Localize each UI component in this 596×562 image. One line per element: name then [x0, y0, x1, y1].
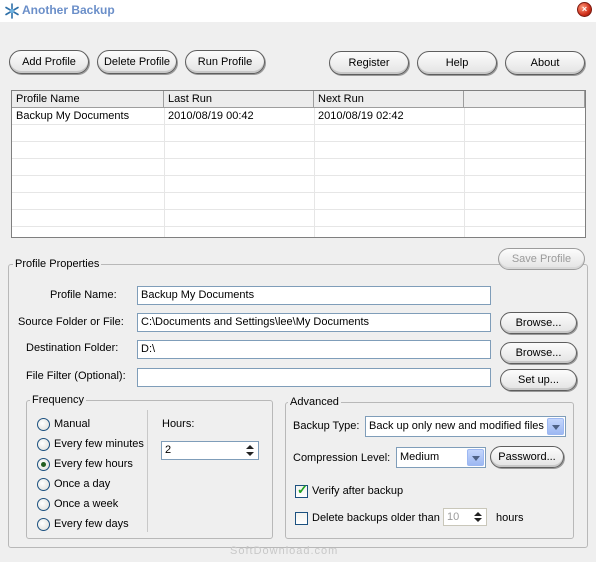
column-header-filler [464, 91, 585, 108]
verify-label[interactable]: Verify after backup [312, 485, 403, 497]
hours-stepper[interactable]: 2 [161, 441, 259, 460]
row-divider [12, 226, 585, 227]
about-button[interactable]: About [505, 51, 585, 75]
row-divider [12, 192, 585, 193]
add-profile-button[interactable]: Add Profile [9, 50, 89, 74]
destination-folder-input[interactable]: D:\ [137, 340, 491, 359]
frequency-divider [147, 410, 148, 532]
profile-name-label: Profile Name: [50, 289, 117, 301]
delete-profile-button[interactable]: Delete Profile [97, 50, 177, 74]
hours-value: 2 [165, 444, 172, 456]
chevron-down-icon[interactable] [547, 418, 564, 435]
verify-checkbox[interactable]: ✓ [295, 482, 308, 498]
radio-label-manual[interactable]: Manual [54, 418, 90, 430]
radio-label-every-few-minutes[interactable]: Every few minutes [54, 438, 144, 450]
close-button[interactable]: × [577, 2, 592, 17]
row-divider [12, 175, 585, 176]
help-button[interactable]: Help [417, 51, 497, 75]
cell-next-run: 2010/08/19 02:42 [318, 110, 404, 122]
compression-level-select[interactable]: Medium [396, 447, 486, 468]
row-divider [12, 141, 585, 142]
frequency-title: Frequency [30, 394, 86, 406]
delete-older-stepper[interactable]: 10 [443, 508, 487, 526]
delete-older-unit: hours [496, 512, 524, 524]
backup-type-value: Back up only new and modified files [369, 420, 544, 432]
advanced-title: Advanced [288, 396, 341, 408]
browse-destination-button[interactable]: Browse... [500, 342, 577, 364]
cell-last-run: 2010/08/19 00:42 [168, 110, 254, 122]
column-divider [164, 108, 165, 237]
radio-every-few-hours[interactable] [37, 458, 50, 471]
delete-older-checkbox[interactable] [295, 512, 308, 525]
radio-manual[interactable] [37, 418, 50, 431]
hours-label: Hours: [162, 418, 195, 430]
column-header-last-run[interactable]: Last Run [164, 91, 314, 108]
profiles-table[interactable]: Profile Name Last Run Next Run Backup My… [11, 90, 586, 238]
column-header-next-run[interactable]: Next Run [314, 91, 464, 108]
close-icon: × [581, 4, 588, 14]
radio-selected-dot [41, 462, 46, 467]
column-divider [314, 108, 315, 237]
browse-source-button[interactable]: Browse... [500, 312, 577, 334]
chevron-down-icon[interactable] [467, 449, 484, 466]
row-divider [12, 158, 585, 159]
radio-label-every-few-days[interactable]: Every few days [54, 518, 129, 530]
cell-profile-name: Backup My Documents [16, 110, 130, 122]
source-folder-input[interactable]: C:\Documents and Settings\lee\My Documen… [137, 313, 491, 332]
radio-once-a-day[interactable] [37, 478, 50, 491]
compression-level-label: Compression Level: [293, 452, 391, 464]
spinner-arrows-icon[interactable] [242, 443, 257, 458]
profile-properties-title: Profile Properties [13, 258, 102, 270]
radio-label-once-a-week[interactable]: Once a week [54, 498, 118, 510]
snowflake-icon [5, 3, 19, 19]
radio-label-once-a-day[interactable]: Once a day [54, 478, 110, 490]
checkmark-icon: ✓ [297, 482, 308, 497]
setup-filter-button[interactable]: Set up... [500, 369, 577, 391]
delete-older-value: 10 [447, 511, 460, 523]
backup-type-label: Backup Type: [293, 420, 360, 432]
profile-name-input[interactable]: Backup My Documents [137, 286, 491, 305]
compression-level-value: Medium [400, 451, 440, 463]
backup-type-select[interactable]: Back up only new and modified files [365, 416, 566, 437]
column-divider [464, 108, 465, 237]
delete-older-label[interactable]: Delete backups older than [312, 512, 440, 524]
watermark-text: SoftDownload.com [230, 545, 339, 557]
password-button[interactable]: Password... [490, 446, 564, 468]
destination-folder-label: Destination Folder: [26, 342, 119, 354]
spinner-arrows-icon[interactable] [470, 510, 485, 524]
radio-every-few-days[interactable] [37, 518, 50, 531]
radio-label-every-few-hours[interactable]: Every few hours [54, 458, 133, 470]
run-profile-button[interactable]: Run Profile [185, 50, 265, 74]
source-folder-label: Source Folder or File: [18, 316, 124, 328]
radio-once-a-week[interactable] [37, 498, 50, 511]
column-header-profile-name[interactable]: Profile Name [12, 91, 164, 108]
title-bar[interactable]: Another Backup × [0, 0, 596, 22]
file-filter-input[interactable] [137, 368, 491, 387]
file-filter-label: File Filter (Optional): [26, 370, 126, 382]
window-title: Another Backup [22, 3, 115, 17]
save-profile-button[interactable]: Save Profile [498, 248, 585, 270]
row-divider [12, 209, 585, 210]
radio-every-few-minutes[interactable] [37, 438, 50, 451]
register-button[interactable]: Register [329, 51, 409, 75]
